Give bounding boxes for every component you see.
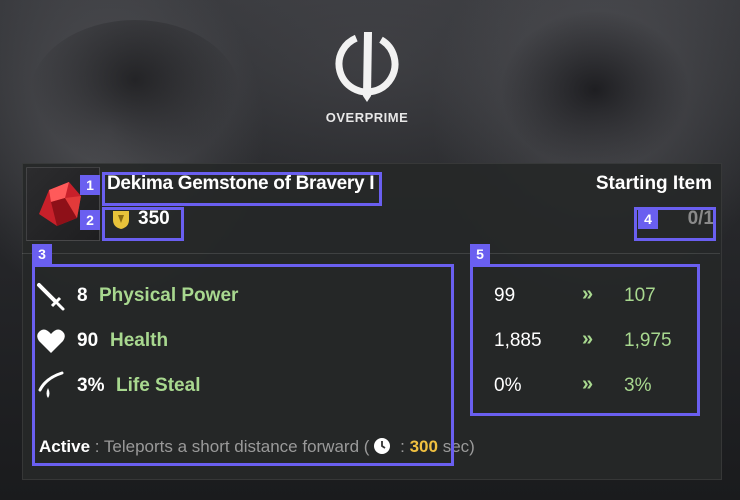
highlight-box-1 [102, 172, 382, 206]
logo-text: OVERPRIME [325, 110, 409, 125]
highlight-badge-4: 4 [638, 209, 658, 229]
highlight-badge-2: 2 [80, 210, 100, 230]
highlight-badge-1: 1 [80, 175, 100, 195]
highlight-box-2 [102, 207, 184, 241]
game-logo: OVERPRIME [322, 26, 412, 125]
character-silhouette-right [500, 10, 690, 170]
item-category: Starting Item [595, 173, 712, 194]
highlight-badge-3: 3 [32, 244, 52, 264]
overprime-logo-icon [335, 32, 399, 102]
highlight-box-3 [32, 264, 454, 466]
highlight-box-5 [470, 264, 700, 416]
highlight-badge-5: 5 [470, 244, 490, 264]
panel-divider [22, 253, 720, 254]
character-silhouette-left [30, 20, 240, 170]
